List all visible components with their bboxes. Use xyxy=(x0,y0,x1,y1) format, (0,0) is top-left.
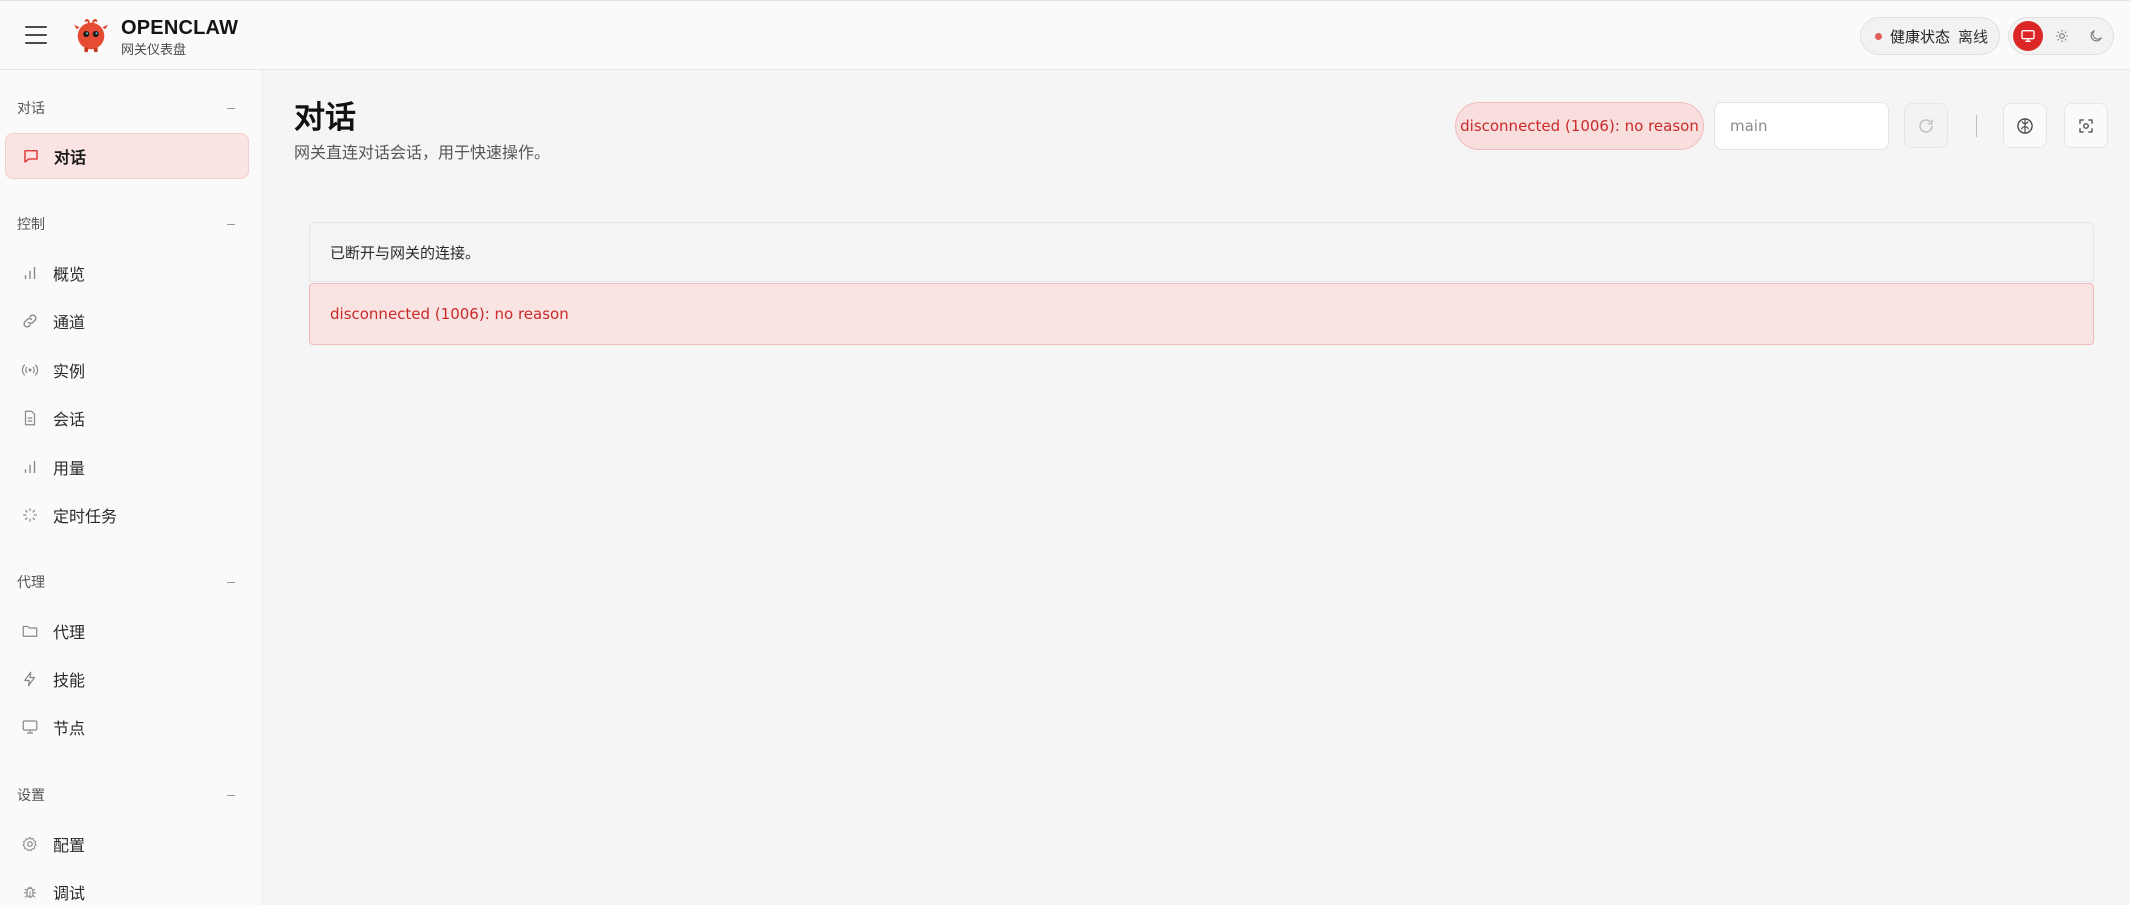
sidebar-section-title: 对话 xyxy=(17,101,45,117)
sidebar-item-agents[interactable]: 代理 xyxy=(5,608,249,654)
gear-icon xyxy=(20,834,40,854)
brand-title: OPENCLAW xyxy=(121,17,239,39)
session-key-input[interactable] xyxy=(1714,102,1889,150)
lightning-icon xyxy=(20,669,40,689)
sidebar-item-chat[interactable]: 对话 xyxy=(5,133,249,179)
sidebar-item-label: 用量 xyxy=(53,459,86,478)
sidebar-section-control[interactable]: 控制 xyxy=(17,214,239,234)
collapse-icon xyxy=(227,794,235,796)
radio-icon xyxy=(20,360,40,380)
sidebar-item-overview[interactable]: 概览 xyxy=(5,250,249,296)
brain-icon xyxy=(2017,117,2033,134)
loader-icon xyxy=(20,505,40,525)
sidebar: 对话 对话 控制 概览 通道 实例 会话 用量 定时任务 代理 代理 技能 节点… xyxy=(0,70,263,905)
sidebar-section-settings[interactable]: 设置 xyxy=(17,785,239,805)
sidebar-item-label: 会话 xyxy=(53,410,86,429)
theme-system-button[interactable] xyxy=(2013,21,2043,51)
connection-status-badge: disconnected (1006): no reason xyxy=(1455,102,1704,150)
menu-line xyxy=(25,42,47,44)
sidebar-item-skills[interactable]: 技能 xyxy=(5,656,249,702)
sidebar-item-label: 通道 xyxy=(53,313,86,332)
menu-line xyxy=(25,34,47,36)
top-bar: OPENCLAW 网关仪表盘 健康状态 离线 xyxy=(0,0,2130,70)
message-icon xyxy=(21,146,41,166)
sidebar-item-sessions[interactable]: 会话 xyxy=(5,395,249,441)
brand-subtitle: 网关仪表盘 xyxy=(121,43,187,58)
folder-icon xyxy=(20,621,40,641)
sidebar-item-label: 调试 xyxy=(53,884,86,903)
bug-icon xyxy=(20,882,40,902)
bar-chart-icon xyxy=(20,263,40,283)
sidebar-item-instances[interactable]: 实例 xyxy=(5,347,249,393)
sidebar-section-title: 控制 xyxy=(17,217,45,233)
sidebar-item-label: 概览 xyxy=(53,265,86,284)
theme-light-button[interactable] xyxy=(2047,21,2077,51)
theme-dark-button[interactable] xyxy=(2081,21,2111,51)
collapse-icon xyxy=(227,107,235,109)
document-icon xyxy=(20,408,40,428)
sun-icon xyxy=(2056,30,2068,42)
sidebar-section-title: 代理 xyxy=(17,575,45,591)
theme-switcher xyxy=(2008,17,2114,55)
health-status-label: 健康状态 xyxy=(1890,27,1951,46)
monitor-icon xyxy=(20,717,40,737)
sidebar-section-agents[interactable]: 代理 xyxy=(17,572,239,592)
page-subtitle: 网关直连对话会话，用于快速操作。 xyxy=(294,143,551,162)
bar-chart-icon xyxy=(20,457,40,477)
sidebar-item-nodes[interactable]: 节点 xyxy=(5,704,249,750)
sidebar-item-channels[interactable]: 通道 xyxy=(5,298,249,344)
sidebar-item-label: 代理 xyxy=(53,623,86,642)
disconnected-notice: 已断开与网关的连接。 xyxy=(309,222,2094,282)
refresh-button[interactable] xyxy=(1904,103,1948,148)
menu-line xyxy=(25,26,47,28)
moon-icon xyxy=(2090,30,2102,42)
sidebar-item-label: 配置 xyxy=(53,836,86,855)
refresh-icon xyxy=(1919,118,1933,133)
sidebar-item-cron-jobs[interactable]: 定时任务 xyxy=(5,492,249,538)
collapse-icon xyxy=(227,581,235,583)
monitor-icon xyxy=(2021,29,2035,42)
link-icon xyxy=(20,311,40,331)
sidebar-item-label: 节点 xyxy=(53,719,86,738)
sidebar-item-label: 技能 xyxy=(53,671,86,690)
health-status-pill: 健康状态 离线 xyxy=(1860,17,2000,55)
sidebar-item-config[interactable]: 配置 xyxy=(5,821,249,867)
status-dot-icon xyxy=(1875,32,1882,40)
thinking-toggle-button[interactable] xyxy=(2003,103,2047,148)
focus-mode-button[interactable] xyxy=(2064,103,2108,148)
sidebar-item-label: 对话 xyxy=(54,148,87,167)
sidebar-item-usage[interactable]: 用量 xyxy=(5,444,249,490)
sidebar-item-label: 实例 xyxy=(53,362,86,381)
health-status-value: 离线 xyxy=(1958,27,1989,46)
sidebar-item-debug[interactable]: 调试 xyxy=(5,869,249,905)
sidebar-section-chat[interactable]: 对话 xyxy=(17,98,239,118)
menu-toggle-button[interactable] xyxy=(22,23,50,47)
sidebar-item-label: 定时任务 xyxy=(53,507,118,526)
page-title: 对话 xyxy=(294,100,356,136)
focus-icon xyxy=(2079,118,2093,133)
toolbar-divider xyxy=(1976,115,1977,137)
openclaw-logo-icon xyxy=(73,19,109,53)
sidebar-section-title: 设置 xyxy=(17,788,45,804)
error-callout: disconnected (1006): no reason xyxy=(309,283,2094,345)
collapse-icon xyxy=(227,223,235,225)
